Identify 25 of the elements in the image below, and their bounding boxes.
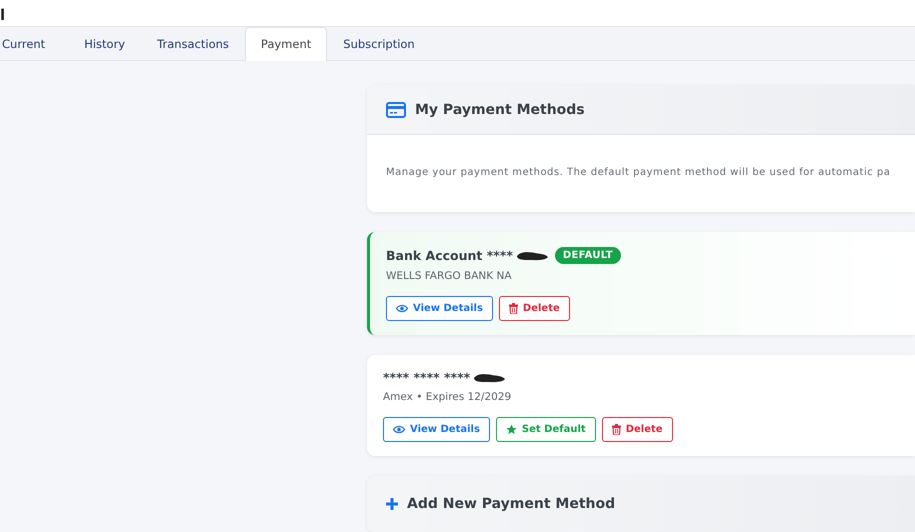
view-details-button[interactable]: View Details <box>383 417 490 442</box>
payment-method-title: **** **** **** <box>383 370 470 385</box>
view-details-button[interactable]: View Details <box>386 296 493 321</box>
credit-card-icon <box>386 102 406 118</box>
card-title: My Payment Methods <box>415 102 585 118</box>
eye-icon <box>393 425 405 434</box>
header-title: l <box>0 5 6 24</box>
default-badge: DEFAULT <box>554 247 621 264</box>
tab[interactable]: History <box>68 27 142 61</box>
eye-icon <box>396 304 408 313</box>
description-text: Manage your payment methods. The default payment method will be used for automatic pa <box>386 167 890 178</box>
plus-icon <box>385 497 399 511</box>
payment-method-details: WELLS FARGO BANK NA <box>386 270 513 282</box>
payment-method-title: Bank Account **** <box>386 248 513 263</box>
tab[interactable]: Subscription <box>327 27 431 61</box>
delete-button[interactable]: Delete <box>602 417 673 442</box>
tab[interactable]: Payment <box>244 27 328 61</box>
tab[interactable]: Transactions <box>141 27 245 61</box>
payment-method-details: Amex • Expires 12/2029 <box>383 391 512 403</box>
trash-icon <box>612 424 621 435</box>
trash-icon <box>508 303 518 314</box>
card-title: Add New Payment Method <box>407 496 616 512</box>
tab[interactable]: Current <box>0 27 68 61</box>
delete-button[interactable]: Delete <box>498 296 570 321</box>
star-icon <box>506 424 517 435</box>
